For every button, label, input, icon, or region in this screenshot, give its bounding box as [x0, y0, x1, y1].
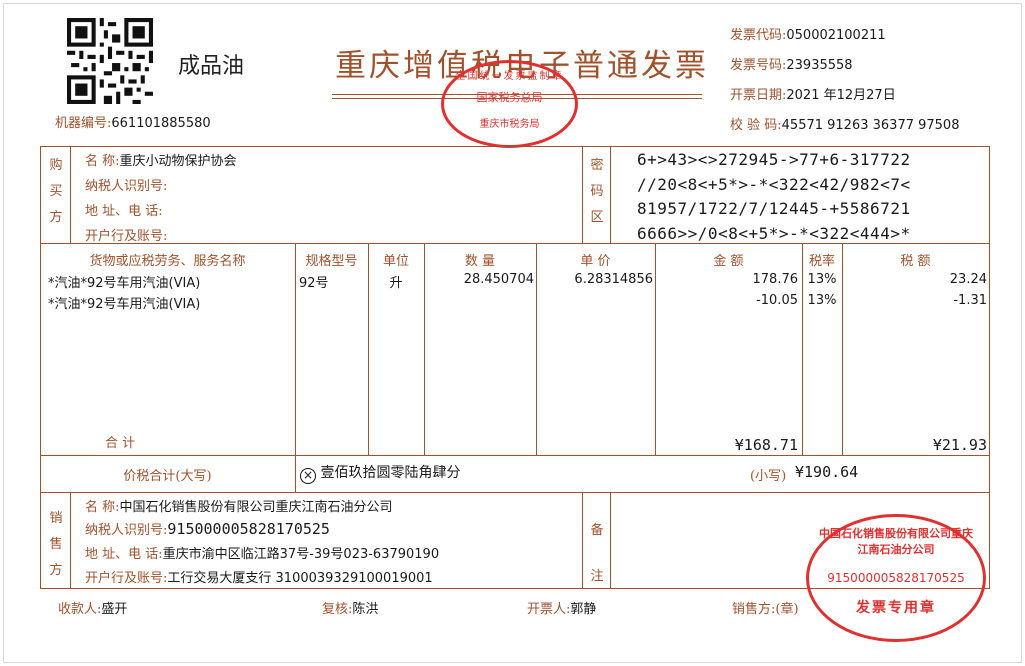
issue-date: 2021 年12月27日	[786, 88, 896, 103]
buyer-name-row: 名 称:重庆小动物保护协会	[85, 154, 237, 169]
col-header-amount: 金 额	[713, 254, 744, 269]
grand-total-label: 价税合计(大写)	[123, 469, 212, 484]
border-top	[40, 146, 990, 147]
grand-total-words: 壹佰玖拾圆零陆角肆分	[320, 465, 461, 481]
reviewer: 陈洪	[352, 602, 379, 617]
grand-total-amount: ¥190.64	[795, 463, 859, 481]
seller-address: 重庆市渝中区临江路37号-39号023-63790190	[162, 547, 440, 562]
seller-taxid: 915000005828170525	[167, 520, 330, 538]
issue-date-row: 开票日期:2021 年12月27日	[730, 88, 896, 103]
cipher-line: 81957/1722/7/12445-+5586721	[637, 199, 911, 218]
qr-code	[67, 18, 153, 104]
total-label: 合 计	[105, 436, 136, 451]
table-row: *汽油*92号车用汽油(VIA) -10.05 13% -1.31	[48, 293, 987, 312]
payee: 盛开	[101, 602, 128, 617]
small-amount-label: (小写)	[750, 469, 787, 484]
total-divider	[295, 455, 296, 492]
cipher-label-divider	[610, 146, 611, 243]
grand-total-words-row: × 壹佰玖拾圆零陆角肆分	[300, 462, 460, 484]
cipher-line: //20<8<+5*>-*<322<42/982<7<	[637, 174, 911, 194]
reviewer-row: 复核:陈洪	[322, 602, 379, 617]
total-tax: ¥21.93	[932, 436, 987, 454]
circle-x-icon: ×	[300, 468, 316, 484]
buyer-bank-row: 开户行及账号:	[85, 229, 168, 244]
invoice-code: 050002100211	[786, 28, 886, 43]
seller-address-row: 地 址、电 话:重庆市渝中区临江路37号-39号023-63790190	[85, 547, 440, 562]
remarks-side-label: 备注	[590, 523, 604, 584]
col-header-tax: 税 额	[900, 254, 931, 269]
tax-bureau-stamp: 全国统一发票监制章 国家税务总局 重庆市税务局	[441, 60, 578, 148]
col-header-price: 单 价	[580, 254, 611, 269]
product-type: 成品油	[178, 54, 245, 79]
buyer-address-row: 地 址、电 话:	[85, 204, 163, 219]
border-total-bottom	[40, 492, 990, 493]
col-header-rate: 税率	[808, 254, 835, 269]
buyer-side-label: 购买方	[49, 158, 63, 225]
seller-invoice-stamp: 中国石化销售股份有限公司重庆江南石油分公司 915000005828170525…	[806, 514, 986, 642]
seller-name: 中国石化销售股份有限公司重庆江南石油分公司	[119, 500, 393, 515]
seller-side-divider	[70, 492, 71, 588]
border-left	[40, 146, 41, 589]
total-amount: ¥168.71	[734, 436, 798, 454]
seller-taxid-row: 纳税人识别号:915000005828170525	[85, 520, 330, 538]
seller-seal-label: 销售方:(章)	[732, 602, 799, 617]
drawer: 郭静	[570, 602, 597, 617]
buyer-name: 重庆小动物保护协会	[119, 154, 237, 169]
invoice-code-row: 发票代码:050002100211	[730, 28, 886, 43]
cipher-line: 6+>43><>272945->77+6-317722	[637, 150, 911, 169]
buyer-side-divider	[70, 146, 71, 243]
cipher-line: 6666>>/0<8<+5*>-*<322<444>*	[637, 223, 911, 243]
remarks-left-divider	[582, 492, 583, 588]
table-row: *汽油*92号车用汽油(VIA) 92号 升 28.450704 6.28314…	[48, 272, 987, 291]
cipher-side-label: 密码区	[590, 158, 604, 225]
machine-no-row: 机器编号:661101885580	[55, 116, 211, 131]
border-right	[989, 146, 990, 589]
seller-name-row: 名 称:中国石化销售股份有限公司重庆江南石油分公司	[85, 500, 393, 515]
machine-no: 661101885580	[111, 116, 211, 131]
payee-row: 收款人:盛开	[58, 602, 128, 617]
invoice-no: 23935558	[786, 58, 853, 73]
col-header-unit: 单位	[382, 254, 409, 269]
cipher-left-divider	[582, 146, 583, 243]
seller-side-label: 销售方	[49, 511, 63, 578]
border-items-bottom	[40, 455, 990, 456]
check-code-row: 校 验 码:45571 91263 36377 97508	[730, 118, 960, 133]
drawer-row: 开票人:郭静	[527, 602, 597, 617]
check-code: 45571 91263 36377 97508	[781, 118, 960, 133]
invoice-no-row: 发票号码:23935558	[730, 58, 853, 73]
seller-bank-row: 开户行及账号:工行交易大厦支行 3100039329100019001	[85, 571, 433, 586]
remarks-label-divider	[610, 492, 611, 588]
seller-bank: 工行交易大厦支行 3100039329100019001	[167, 571, 433, 586]
col-header-qty: 数 量	[464, 254, 496, 269]
col-header-name: 货物或应税劳务、服务名称	[89, 254, 246, 269]
cipher-block: 6+>43><>272945->77+6-317722 //20<8<+5*>-…	[637, 148, 911, 246]
col-header-spec: 规格型号	[305, 254, 358, 269]
buyer-taxid-row: 纳税人识别号:	[85, 179, 168, 194]
